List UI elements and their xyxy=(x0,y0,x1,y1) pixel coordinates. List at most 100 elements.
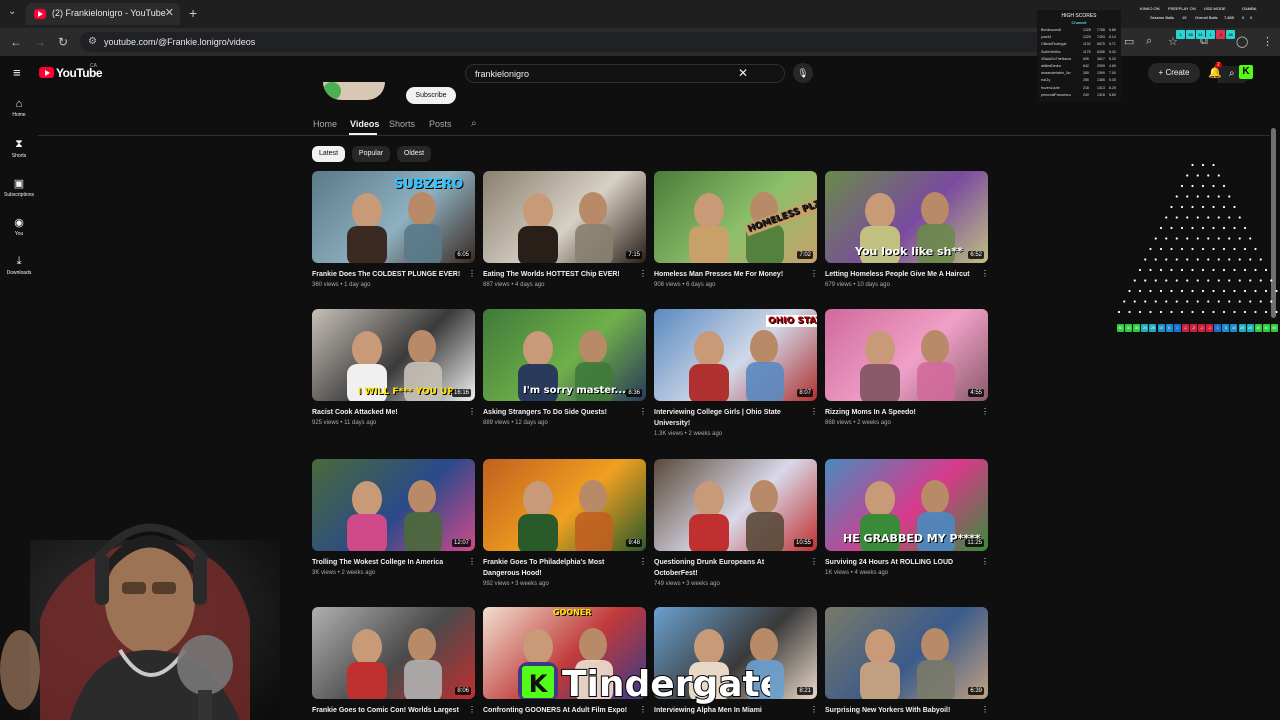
highscore-row: SubleVertiko 1175 6266 5.42 xyxy=(1041,50,1119,54)
back-icon[interactable]: ← xyxy=(10,35,22,49)
plinko-peg xyxy=(1175,195,1178,198)
video-menu-icon[interactable]: ⋮ xyxy=(981,705,989,714)
voice-search-icon[interactable]: 🎙 xyxy=(793,63,813,83)
video-thumbnail[interactable]: HE GRABBED MY P**** 11:25 xyxy=(825,459,988,551)
video-title[interactable]: Trolling The Wokest College In America xyxy=(312,557,462,568)
subscribe-button[interactable]: Subscribe xyxy=(406,87,456,104)
video-title[interactable]: Rizzing Moms In A Speedo! xyxy=(825,407,975,418)
video-menu-icon[interactable]: ⋮ xyxy=(810,705,818,714)
player-name: abiliedDedra xyxy=(1041,64,1061,68)
new-tab-icon[interactable]: + xyxy=(189,5,197,21)
video-menu-icon[interactable]: ⋮ xyxy=(639,269,647,278)
video-menu-icon[interactable]: ⋮ xyxy=(810,407,818,416)
sidebar-item-you[interactable]: ◉ You xyxy=(2,216,36,237)
score-avg: 6.25 xyxy=(1109,85,1116,90)
highscores-title: HIGH SCORES xyxy=(1061,13,1097,19)
video-menu-icon[interactable]: ⋮ xyxy=(810,557,818,566)
chip-popular[interactable]: Popular xyxy=(352,146,390,162)
plinko-peg xyxy=(1259,258,1262,261)
video-title[interactable]: Eating The Worlds HOTTEST Chip EVER! xyxy=(483,269,633,280)
video-thumbnail[interactable]: OHIO STATE 8:07 xyxy=(654,309,817,401)
plinko-peg xyxy=(1149,289,1152,293)
clear-search-icon[interactable]: ✕ xyxy=(738,66,748,80)
tab-home[interactable]: Home xyxy=(313,119,337,129)
score-total: 1399 xyxy=(1097,71,1105,76)
tab-search-icon[interactable]: ⌄ xyxy=(8,6,16,17)
video-title[interactable]: Surprising New Yorkers With Babyoil! xyxy=(825,705,975,716)
address-bar[interactable]: ⚙ youtube.com/@Frankie.lonigro/videos xyxy=(80,32,1120,52)
browser-menu-icon[interactable]: ⋮ xyxy=(1262,35,1273,48)
video-thumbnail[interactable]: I WILL F*** YOU UP 16:16 xyxy=(312,309,475,401)
plinko-peg xyxy=(1228,258,1231,261)
video-menu-icon[interactable]: ⋮ xyxy=(468,705,476,714)
video-title[interactable]: Frankie Goes To Philadelphia's Most Dang… xyxy=(483,557,633,579)
plinko-slot: 25 xyxy=(1149,324,1157,332)
video-title[interactable]: Surviving 24 Hours At ROLLING LOUD xyxy=(825,557,975,568)
video-thumbnail[interactable]: 8:06 xyxy=(312,607,475,699)
video-title[interactable]: Questioning Drunk Europeans At OctoberFe… xyxy=(654,557,804,579)
video-thumbnail[interactable]: You look like sh** 6:52 xyxy=(825,171,988,263)
video-menu-icon[interactable]: ⋮ xyxy=(468,557,476,566)
browser-tab[interactable]: (2) Frankielonigro - YouTube ✕ xyxy=(26,3,180,25)
score-balls: 280 xyxy=(1083,71,1089,76)
video-thumbnail[interactable]: I'm sorry master... 8:36 xyxy=(483,309,646,401)
video-title[interactable]: Asking Strangers To Do Side Quests! xyxy=(483,407,633,418)
score-balls: 1175 xyxy=(1083,49,1091,54)
search-box[interactable]: frankielonigro ✕ ⌕ xyxy=(465,64,1250,83)
video-thumbnail[interactable]: SUBZERO 6:05 xyxy=(312,171,475,263)
reload-icon[interactable]: ↻ xyxy=(58,35,68,49)
tab-videos[interactable]: Videos xyxy=(350,119,379,129)
video-menu-icon[interactable]: ⋮ xyxy=(639,407,647,416)
account-avatar[interactable]: K xyxy=(1239,65,1253,79)
zoom-icon[interactable]: ⌕ xyxy=(1146,35,1152,48)
video-thumbnail[interactable]: 12:07 xyxy=(312,459,475,551)
sidebar-item-home[interactable]: ⌂ Home xyxy=(2,98,36,118)
video-title[interactable]: Homeless Man Presses Me For Money! xyxy=(654,269,804,280)
tab-shorts[interactable]: Shorts xyxy=(389,119,415,129)
close-tab-icon[interactable]: ✕ xyxy=(165,6,174,19)
video-menu-icon[interactable]: ⋮ xyxy=(468,269,476,278)
sidebar-label: Shorts xyxy=(11,153,27,159)
video-title[interactable]: Letting Homeless People Give Me A Haircu… xyxy=(825,269,975,280)
notifications-icon[interactable]: 🔔 2 xyxy=(1208,62,1222,79)
video-thumbnail[interactable]: 4:55 xyxy=(825,309,988,401)
plinko-peg xyxy=(1170,226,1173,230)
video-menu-icon[interactable]: ⋮ xyxy=(981,269,989,278)
site-info-icon[interactable]: ⚙ xyxy=(88,36,97,47)
plinko-slot: 30 xyxy=(1125,324,1133,332)
search-input[interactable]: frankielonigro xyxy=(475,69,529,79)
plinko-peg xyxy=(1217,237,1220,240)
video-title[interactable]: Racist Cook Attacked Me! xyxy=(312,407,462,418)
install-icon[interactable]: ▭ xyxy=(1124,35,1134,48)
video-menu-icon[interactable]: ⋮ xyxy=(639,557,647,566)
video-title[interactable]: Interviewing College Girls | Ohio State … xyxy=(654,407,804,429)
profile-icon[interactable]: ◯ xyxy=(1236,35,1248,48)
chip-latest[interactable]: Latest xyxy=(312,146,345,162)
plinko-peg xyxy=(1191,268,1194,272)
plinko-slot: 20 xyxy=(1141,324,1149,332)
create-button[interactable]: + Create xyxy=(1148,63,1200,83)
sidebar-item-subscriptions[interactable]: ▣ Subscriptions xyxy=(2,177,36,198)
video-menu-icon[interactable]: ⋮ xyxy=(981,407,989,416)
video-thumbnail[interactable]: 10:55 xyxy=(654,459,817,551)
video-menu-icon[interactable]: ⋮ xyxy=(468,407,476,416)
video-menu-icon[interactable]: ⋮ xyxy=(810,269,818,278)
chip-oldest[interactable]: Oldest xyxy=(397,146,431,162)
tab-posts[interactable]: Posts xyxy=(429,119,452,129)
channel-avatar[interactable] xyxy=(323,82,385,100)
menu-icon[interactable]: ≡ xyxy=(13,65,21,80)
sidebar-item-downloads[interactable]: ⤓ Downloads xyxy=(2,255,36,276)
last-value-a: 0 xyxy=(1242,15,1245,20)
video-menu-icon[interactable]: ⋮ xyxy=(981,557,989,566)
plinko-peg xyxy=(1254,310,1257,314)
video-thumbnail[interactable]: 7:15 xyxy=(483,171,646,263)
video-title[interactable]: Frankie Goes to Comic Con! Worlds Larges… xyxy=(312,705,462,716)
channel-search-icon[interactable]: ⌕ xyxy=(471,118,477,129)
forward-icon[interactable]: → xyxy=(34,35,46,49)
video-title[interactable]: Frankie Does The COLDEST PLUNGE EVER! xyxy=(312,269,462,280)
video-thumbnail[interactable]: HOMELESS PLZ HELP $$$$7:02 xyxy=(654,171,817,263)
video-thumbnail[interactable]: 9:48 xyxy=(483,459,646,551)
sidebar-item-shorts[interactable]: ⧗ Shorts xyxy=(2,138,36,159)
plinko-peg xyxy=(1233,205,1236,209)
video-thumbnail[interactable]: 6:39 xyxy=(825,607,988,699)
